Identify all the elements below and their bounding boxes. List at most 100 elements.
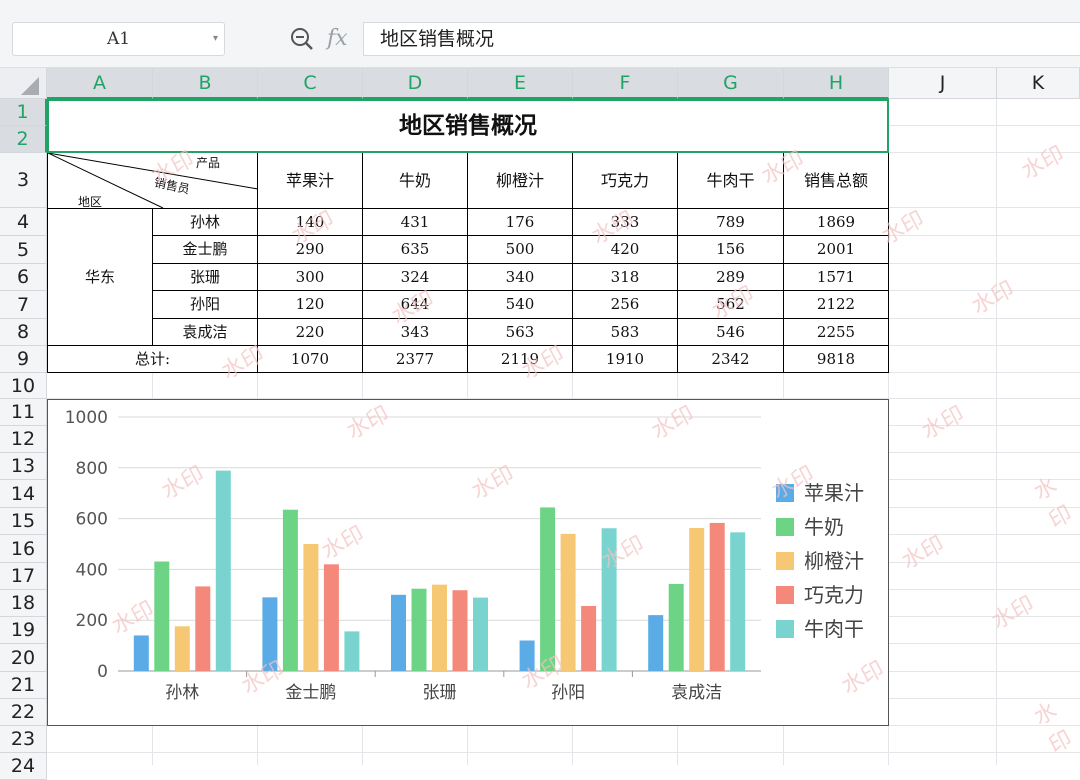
salesperson-cell[interactable]: 孙林: [153, 209, 258, 236]
row-header-15[interactable]: 15: [0, 508, 47, 535]
value-cell[interactable]: 431: [363, 209, 468, 236]
value-cell[interactable]: 156: [678, 236, 784, 264]
value-cell[interactable]: 300: [258, 264, 363, 291]
value-cell[interactable]: 220: [258, 319, 363, 346]
row-header-23[interactable]: 23: [0, 726, 47, 753]
value-cell[interactable]: 644: [363, 291, 468, 319]
row-header-8[interactable]: 8: [0, 319, 47, 346]
row-header-12[interactable]: 12: [0, 426, 47, 453]
value-cell[interactable]: 333: [573, 209, 678, 236]
value-cell[interactable]: 176: [468, 209, 573, 236]
salesperson-cell[interactable]: 张珊: [153, 264, 258, 291]
formula-input[interactable]: 地区销售概况: [363, 22, 1080, 56]
total-cell[interactable]: 9818: [784, 346, 889, 373]
value-cell[interactable]: 546: [678, 319, 784, 346]
total-cell[interactable]: 1070: [258, 346, 363, 373]
row-header-7[interactable]: 7: [0, 291, 47, 319]
bar-孙林-苹果汁: [133, 635, 149, 671]
row-header-6[interactable]: 6: [0, 264, 47, 291]
column-header-j[interactable]: J: [889, 68, 997, 99]
x-tick-label: 金士鹏: [285, 683, 336, 703]
value-cell[interactable]: 2255: [784, 319, 889, 346]
sales-chart[interactable]: 0 200 400 600 800 1000 孙林 金士鹏 张珊 孙阳 袁成洁 苹果汁 牛奶 柳橙汁 巧克力…: [47, 399, 889, 726]
watermark-text: 水印: [987, 591, 1039, 635]
value-cell[interactable]: 256: [573, 291, 678, 319]
salesperson-cell[interactable]: 袁成洁: [153, 319, 258, 346]
function-icon[interactable]: fx: [327, 26, 348, 52]
name-box[interactable]: A1 ▾: [12, 22, 225, 56]
row-header-22[interactable]: 22: [0, 699, 47, 726]
row-header-20[interactable]: 20: [0, 644, 47, 672]
value-cell[interactable]: 340: [468, 264, 573, 291]
column-header-a[interactable]: A: [47, 68, 153, 99]
zoom-out-icon[interactable]: [290, 27, 314, 51]
value-cell[interactable]: 420: [573, 236, 678, 264]
column-header-g[interactable]: G: [678, 68, 784, 99]
row-header-24[interactable]: 24: [0, 753, 47, 780]
column-header-f[interactable]: F: [573, 68, 678, 99]
total-cell[interactable]: 2342: [678, 346, 784, 373]
column-header-c[interactable]: C: [258, 68, 363, 99]
value-cell[interactable]: 120: [258, 291, 363, 319]
value-cell[interactable]: 289: [678, 264, 784, 291]
value-cell[interactable]: 324: [363, 264, 468, 291]
row-header-18[interactable]: 18: [0, 590, 47, 617]
total-cell[interactable]: 1910: [573, 346, 678, 373]
salesperson-cell[interactable]: 孙阳: [153, 291, 258, 319]
bar-金士鹏-牛肉干: [344, 631, 360, 671]
row-header-5[interactable]: 5: [0, 236, 47, 264]
row-header-2[interactable]: 2: [0, 126, 47, 153]
value-cell[interactable]: 563: [468, 319, 573, 346]
value-cell[interactable]: 540: [468, 291, 573, 319]
row-header-14[interactable]: 14: [0, 480, 47, 508]
value-cell[interactable]: 500: [468, 236, 573, 264]
column-header-e[interactable]: E: [468, 68, 573, 99]
total-label-cell[interactable]: 总计:: [47, 346, 258, 373]
region-cell[interactable]: 华东: [47, 209, 153, 346]
value-cell[interactable]: 2001: [784, 236, 889, 264]
chevron-down-icon[interactable]: ▾: [213, 23, 218, 55]
row-header-21[interactable]: 21: [0, 672, 47, 699]
select-all-icon: [21, 77, 39, 95]
column-header-b[interactable]: B: [153, 68, 258, 99]
row-header-19[interactable]: 19: [0, 617, 47, 644]
row-header-3[interactable]: 3: [0, 153, 47, 208]
product-header-cell[interactable]: 苹果汁: [258, 153, 363, 209]
total-cell[interactable]: 2377: [363, 346, 468, 373]
value-cell[interactable]: 1869: [784, 209, 889, 236]
column-header-d[interactable]: D: [363, 68, 468, 99]
value-cell[interactable]: 1571: [784, 264, 889, 291]
product-header-cell[interactable]: 柳橙汁: [468, 153, 573, 209]
row-header-4[interactable]: 4: [0, 208, 47, 236]
value-cell[interactable]: 343: [363, 319, 468, 346]
diag-product-label: 产品: [196, 156, 221, 170]
sheet-title-cell[interactable]: 地区销售概况: [47, 99, 889, 153]
row-header-10[interactable]: 10: [0, 373, 47, 399]
y-tick-label: 400: [76, 560, 108, 580]
value-cell[interactable]: 318: [573, 264, 678, 291]
product-header-cell[interactable]: 销售总额: [784, 153, 889, 209]
product-header-cell[interactable]: 牛奶: [363, 153, 468, 209]
value-cell[interactable]: 789: [678, 209, 784, 236]
row-header-13[interactable]: 13: [0, 453, 47, 480]
column-header-k[interactable]: K: [997, 68, 1080, 99]
y-tick-label: 1000: [65, 408, 108, 428]
value-cell[interactable]: 290: [258, 236, 363, 264]
row-header-1[interactable]: 1: [0, 99, 47, 126]
value-cell[interactable]: 562: [678, 291, 784, 319]
row-header-16[interactable]: 16: [0, 535, 47, 563]
row-header-11[interactable]: 11: [0, 399, 47, 426]
total-cell[interactable]: 2119: [468, 346, 573, 373]
salesperson-cell[interactable]: 金士鹏: [153, 236, 258, 264]
value-cell[interactable]: 583: [573, 319, 678, 346]
column-header-h[interactable]: H: [784, 68, 889, 99]
value-cell[interactable]: 2122: [784, 291, 889, 319]
value-cell[interactable]: 635: [363, 236, 468, 264]
name-box-value: A1: [106, 29, 131, 49]
diagonal-header-cell[interactable]: 产品 销售员 地区: [47, 153, 258, 209]
product-header-cell[interactable]: 牛肉干: [678, 153, 784, 209]
product-header-cell[interactable]: 巧克力: [573, 153, 678, 209]
row-header-17[interactable]: 17: [0, 563, 47, 590]
row-header-9[interactable]: 9: [0, 346, 47, 373]
value-cell[interactable]: 140: [258, 209, 363, 236]
